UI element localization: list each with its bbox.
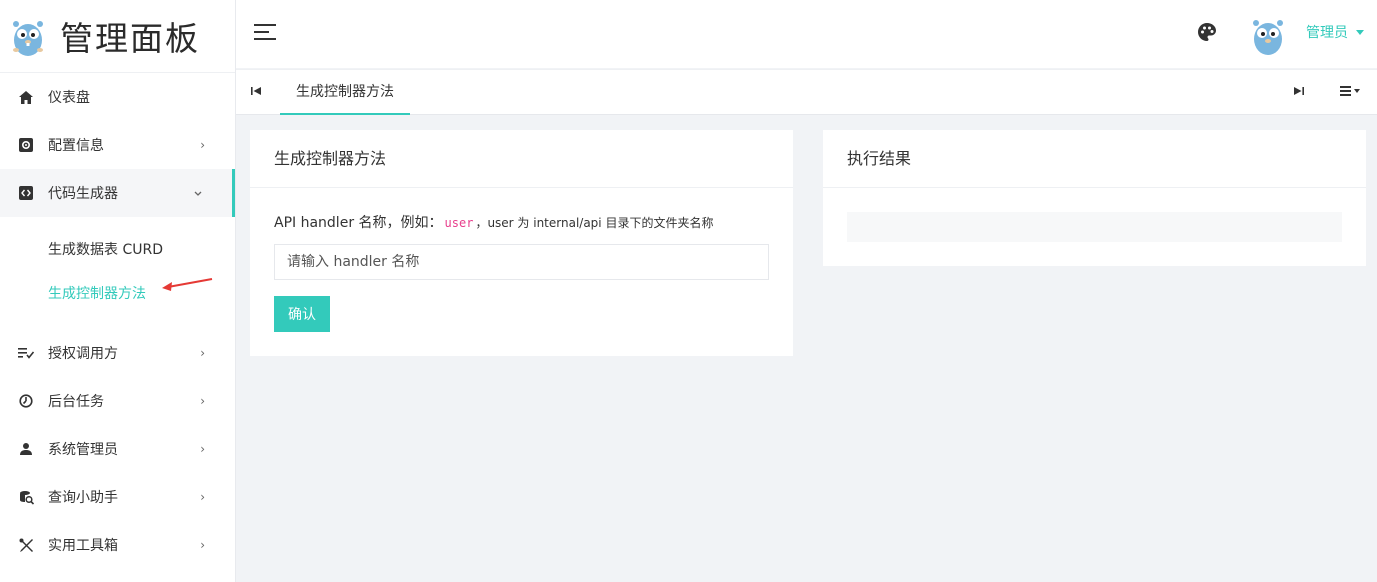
palette-icon[interactable] [1197,22,1217,42]
brand[interactable]: 管理面板 [0,0,235,73]
chevron-right-icon: › [200,442,205,456]
confirm-button[interactable]: 确认 [274,296,330,332]
sidebar-nav: 仪表盘 配置信息 › 代码生成器 [0,73,235,217]
chevron-right-icon: › [200,538,205,552]
code-box-icon [18,185,34,201]
avatar[interactable] [1248,13,1288,57]
caret-down-icon [1356,29,1364,35]
brand-title: 管理面板 [60,19,200,58]
chevron-right-icon: › [200,490,205,504]
sidebar: 管理面板 仪表盘 配置信息 › 代码生成器 生成数据表 CURD 生成控制器方法… [0,0,236,582]
sidebar-item-label: 授权调用方 [48,346,118,362]
annotation-arrow-icon [162,278,213,291]
result-card: 执行结果 [823,130,1366,266]
database-search-icon [18,489,34,505]
sidebar-item-query-helper[interactable]: 查询小助手 › [0,473,235,521]
menu-icon [1340,86,1351,98]
sidebar-item-label: 后台任务 [48,394,104,410]
sidebar-item-code-generator[interactable]: 代码生成器 [0,169,235,217]
user-icon [18,441,34,457]
sidebar-item-dashboard[interactable]: 仪表盘 [0,73,235,121]
gopher-logo-icon [13,21,43,56]
user-name: 管理员 [1306,25,1348,41]
user-menu[interactable]: 管理员 [1306,22,1364,42]
sidebar-item-label: 配置信息 [48,138,104,154]
caret-down-icon [1354,89,1360,93]
skip-next-icon[interactable] [1293,85,1305,97]
sidebar-item-label: 代码生成器 [48,186,118,202]
result-output [847,212,1342,242]
skip-previous-icon[interactable] [250,85,262,97]
tab-bar: 生成控制器方法 [236,69,1377,115]
sidebar-item-label: 实用工具箱 [48,538,118,554]
sidebar-item-label: 系统管理员 [48,442,118,458]
card-title: 执行结果 [823,130,1366,188]
tab-options-menu[interactable] [1340,86,1360,98]
code-generator-submenu: 生成数据表 CURD 生成控制器方法 [0,217,235,329]
sidebar-nav-rest: 授权调用方 › 后台任务 › 系统管理员 › 查询小助手 › 实用工具箱 › [0,329,235,569]
sidebar-item-authorized[interactable]: 授权调用方 › [0,329,235,377]
sidebar-item-toolbox[interactable]: 实用工具箱 › [0,521,235,569]
chevron-right-icon: › [200,346,205,360]
sidebar-toggle-icon[interactable] [254,24,276,42]
chevron-down-icon [194,186,202,200]
chevron-right-icon: › [200,138,205,152]
timer-icon [18,393,34,409]
top-header: 管理员 [236,0,1377,68]
code-example: user [444,216,474,230]
settings-box-icon [18,137,34,153]
sidebar-item-config[interactable]: 配置信息 › [0,121,235,169]
handler-name-input[interactable] [274,244,769,280]
chevron-right-icon: › [200,394,205,408]
sidebar-item-label: 查询小助手 [48,490,118,506]
playlist-check-icon [18,345,34,361]
card-title: 生成控制器方法 [250,130,793,188]
tab-generate-handler[interactable]: 生成控制器方法 [280,70,410,115]
sidebar-item-cron[interactable]: 后台任务 › [0,377,235,425]
handler-name-label: API handler 名称，例如： user ，user 为 internal… [274,215,714,231]
home-icon [18,89,34,105]
generate-handler-card: 生成控制器方法 API handler 名称，例如： user ，user 为 … [250,130,793,356]
sidebar-item-admin[interactable]: 系统管理员 › [0,425,235,473]
sidebar-subitem-generate-curd[interactable]: 生成数据表 CURD [0,227,235,271]
tools-icon [18,537,34,553]
sidebar-item-label: 仪表盘 [48,90,90,106]
